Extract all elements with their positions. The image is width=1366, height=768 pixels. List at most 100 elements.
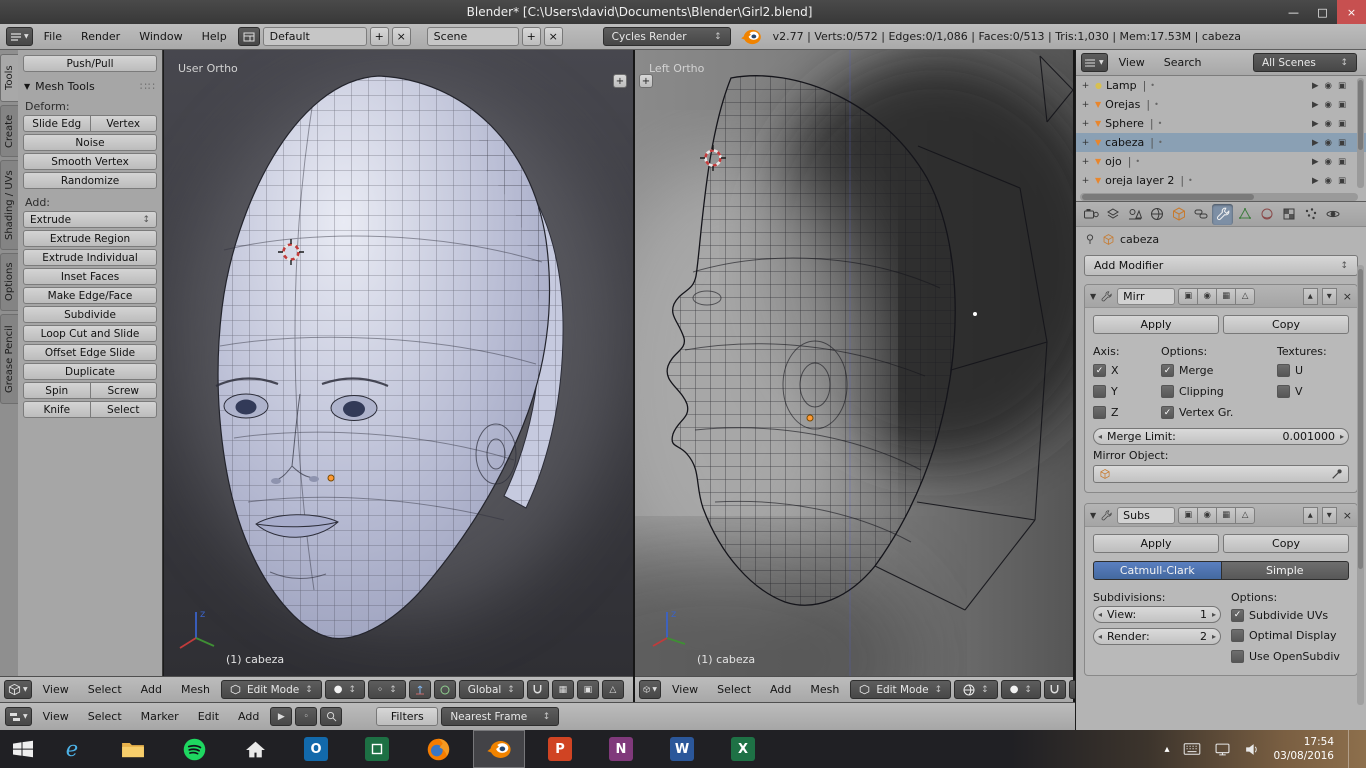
outliner-vertical-scrollbar[interactable] xyxy=(1357,78,1364,188)
view-subdivisions-field[interactable]: ◂ View: 1 ▸ xyxy=(1093,606,1221,623)
tab-shading-uvs[interactable]: Shading / UVs xyxy=(0,160,18,250)
object-name[interactable]: Orejas xyxy=(1105,98,1140,111)
filters-button[interactable]: Filters xyxy=(376,707,438,726)
taskbar-excel[interactable]: X xyxy=(717,730,769,768)
snap-mode-dropdown[interactable]: Nearest Frame ↕ xyxy=(441,707,559,726)
tool-button-subdivide[interactable]: Subdivide xyxy=(23,306,157,323)
viewport-toggle[interactable]: ◉ xyxy=(1197,288,1217,305)
search-icon[interactable] xyxy=(320,707,342,726)
region-expand-button[interactable]: + xyxy=(639,74,653,88)
pivot-point-dropdown[interactable]: ◦ ↕ xyxy=(368,680,406,699)
copy-button[interactable]: Copy xyxy=(1223,315,1349,334)
menu-select[interactable]: Select xyxy=(80,681,130,698)
checkbox-unchecked[interactable] xyxy=(1231,629,1244,642)
delete-scene-button[interactable]: × xyxy=(544,27,563,46)
visibility-icon[interactable]: ◉ xyxy=(1325,100,1332,110)
taskbar-ie[interactable]: e xyxy=(46,730,98,768)
tab-tools[interactable]: Tools xyxy=(0,54,18,102)
menu-add[interactable]: Add xyxy=(133,681,170,698)
editor-type-nla-icon[interactable]: ▼ xyxy=(5,707,32,726)
tab-render[interactable] xyxy=(1080,204,1101,225)
taskbar-spotify[interactable] xyxy=(168,730,220,768)
add-scene-button[interactable]: + xyxy=(522,27,541,46)
outliner-row-oreja-layer-2[interactable]: + ▼ oreja layer 2 | • ▶◉▣ xyxy=(1076,171,1366,190)
restrict-toggles[interactable]: ▶◉▣ xyxy=(1312,157,1362,167)
outliner-row-orejas[interactable]: + ▼ Orejas | • ▶◉▣ xyxy=(1076,95,1366,114)
modifier-name-field[interactable]: Mirr xyxy=(1117,288,1175,305)
tab-create[interactable]: Create xyxy=(0,105,18,157)
delete-layout-button[interactable]: × xyxy=(392,27,411,46)
checkbox-subdivide-uvs[interactable]: ✓Subdivide UVs xyxy=(1231,606,1349,624)
tool-button-inset-faces[interactable]: Inset Faces xyxy=(23,268,157,285)
tool-button-slide-edge[interactable]: Slide Edg xyxy=(23,115,91,132)
stepper-increment-icon[interactable]: ▸ xyxy=(1340,432,1344,441)
taskbar-word[interactable]: W xyxy=(656,730,708,768)
manipulator-rotate-icon[interactable] xyxy=(434,680,456,699)
outliner-row-cabeza[interactable]: + ▼ cabeza | • ▶◉▣ xyxy=(1076,133,1366,152)
menu-window[interactable]: Window xyxy=(131,28,190,45)
checkbox-merge[interactable]: ✓Merge xyxy=(1161,360,1273,381)
outliner-scope-dropdown[interactable]: All Scenes ↕ xyxy=(1253,53,1357,72)
apply-button[interactable]: Apply xyxy=(1093,534,1219,553)
menu-file[interactable]: File xyxy=(36,28,70,45)
move-down-button[interactable]: ▼ xyxy=(1322,507,1337,524)
touch-keyboard-icon[interactable] xyxy=(1183,743,1201,755)
expand-icon[interactable]: + xyxy=(1080,100,1091,110)
tool-button-spin[interactable]: Spin xyxy=(23,382,91,399)
mode-dropdown[interactable]: Edit Mode ↕ xyxy=(221,680,322,699)
restrict-toggles[interactable]: ▶◉▣ xyxy=(1312,119,1362,129)
checkbox-axis-x[interactable]: ✓X xyxy=(1093,360,1157,381)
stepper-decrement-icon[interactable]: ◂ xyxy=(1098,432,1102,441)
visibility-icon[interactable]: ◉ xyxy=(1325,119,1332,129)
catmull-clark-button[interactable]: Catmull-Clark xyxy=(1093,561,1222,580)
checkbox-texture-u[interactable]: U xyxy=(1277,360,1349,381)
checkbox-unchecked[interactable] xyxy=(1277,364,1290,377)
restrict-toggles[interactable]: ▶◉▣ xyxy=(1312,138,1362,148)
menu-help[interactable]: Help xyxy=(194,28,235,45)
restrict-toggles[interactable]: ▶◉▣ xyxy=(1312,100,1362,110)
taskbar-clock[interactable]: 17:54 03/08/2016 xyxy=(1273,735,1334,763)
close-button[interactable]: × xyxy=(1337,0,1366,24)
menu-select[interactable]: Select xyxy=(709,681,759,698)
stepper-increment-icon[interactable]: ▸ xyxy=(1212,632,1216,641)
checkbox-axis-y[interactable]: Y xyxy=(1093,381,1157,402)
scene-field[interactable]: Scene xyxy=(427,27,519,46)
expand-icon[interactable]: + xyxy=(1080,138,1091,148)
extrude-dropdown[interactable]: Extrude ↕ xyxy=(23,211,157,228)
viewport-shading-dropdown[interactable]: ↕ xyxy=(954,680,998,699)
checkbox-checked[interactable]: ✓ xyxy=(1161,364,1174,377)
scrollbar-thumb[interactable] xyxy=(1082,194,1254,200)
editor-type-3dview-icon[interactable]: ▼ xyxy=(639,680,661,699)
mode-dropdown[interactable]: Edit Mode ↕ xyxy=(850,680,951,699)
selectable-icon[interactable]: ▶ xyxy=(1312,138,1319,148)
expand-icon[interactable]: + xyxy=(1080,81,1091,91)
tool-button-select[interactable]: Select xyxy=(91,401,158,418)
volume-icon[interactable] xyxy=(1244,743,1259,756)
renderable-icon[interactable]: ▣ xyxy=(1338,100,1346,110)
snap-magnet-icon[interactable] xyxy=(527,680,549,699)
render-toggle[interactable]: ▣ xyxy=(1178,507,1198,524)
add-layout-button[interactable]: + xyxy=(370,27,389,46)
object-name[interactable]: oreja layer 2 xyxy=(1105,174,1174,187)
tab-modifiers[interactable] xyxy=(1212,204,1233,225)
tab-options[interactable]: Options xyxy=(0,253,18,311)
drag-grip-icon[interactable]: ∷∷ xyxy=(140,80,156,93)
restrict-toggles[interactable]: ▶◉▣ xyxy=(1312,81,1362,91)
tab-constraints[interactable] xyxy=(1190,204,1211,225)
tab-scene[interactable] xyxy=(1124,204,1145,225)
taskbar-powerpoint[interactable]: P xyxy=(534,730,586,768)
renderable-icon[interactable]: ▣ xyxy=(1338,119,1346,129)
snap-element-icon[interactable]: ▦ xyxy=(552,680,574,699)
outliner-horizontal-scrollbar[interactable] xyxy=(1080,193,1358,201)
menu-mesh[interactable]: Mesh xyxy=(173,681,218,698)
renderable-icon[interactable]: ▣ xyxy=(1338,176,1346,186)
object-name[interactable]: Sphere xyxy=(1105,117,1144,130)
menu-view[interactable]: View xyxy=(1111,54,1153,71)
tool-button-slide-vertex[interactable]: Vertex xyxy=(91,115,158,132)
visibility-icon[interactable]: ◉ xyxy=(1325,138,1332,148)
tool-button-duplicate[interactable]: Duplicate xyxy=(23,363,157,380)
outliner-row-sphere[interactable]: + ▼ Sphere | • ▶◉▣ xyxy=(1076,114,1366,133)
checkbox-unchecked[interactable] xyxy=(1093,406,1106,419)
expand-icon[interactable]: + xyxy=(1080,119,1091,129)
stepper-decrement-icon[interactable]: ◂ xyxy=(1098,610,1102,619)
